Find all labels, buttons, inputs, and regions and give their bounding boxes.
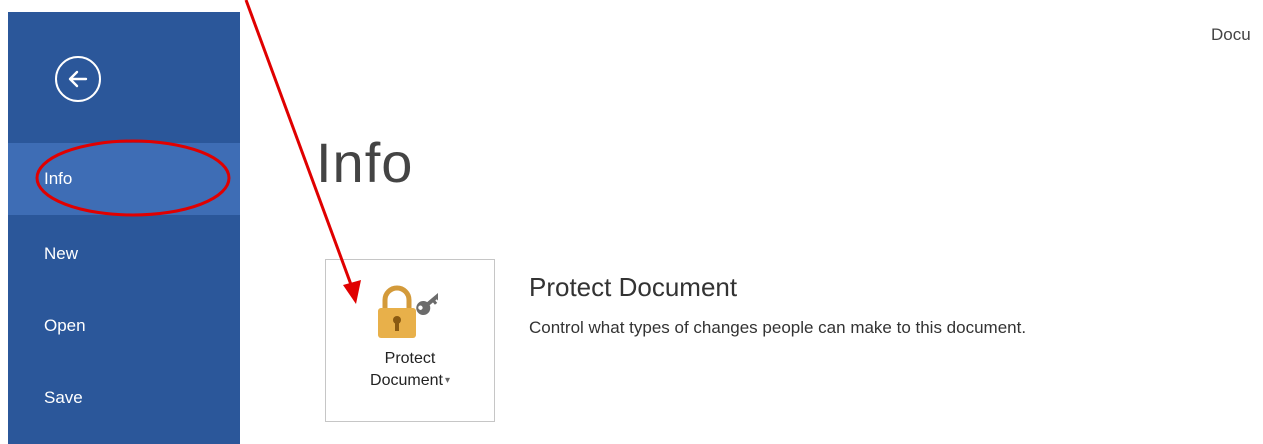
- sidebar-item-label: Save: [44, 388, 83, 407]
- page-title: Info: [316, 131, 414, 194]
- sidebar-item-info[interactable]: Info: [8, 143, 240, 215]
- protect-document-description: Control what types of changes people can…: [529, 318, 1027, 337]
- sidebar-item-save[interactable]: Save: [8, 362, 240, 434]
- sidebar-item-new[interactable]: New: [8, 218, 240, 290]
- protect-document-heading: Protect Document: [529, 272, 738, 302]
- backstage-sidebar: Info New Open Save: [8, 12, 240, 444]
- dropdown-caret-icon: ▾: [444, 375, 450, 386]
- sidebar-item-open[interactable]: Open: [8, 290, 240, 362]
- sidebar-item-label: Info: [44, 169, 73, 188]
- protect-document-button[interactable]: Protect Document ▾: [325, 259, 495, 422]
- protect-tile-line2: Document: [370, 372, 443, 390]
- back-button[interactable]: [55, 56, 101, 102]
- top-strip: [0, 0, 1263, 12]
- document-title: Docu: [1211, 25, 1251, 44]
- back-arrow-icon: [68, 70, 88, 88]
- sidebar-item-label: Open: [44, 316, 86, 335]
- sidebar-item-label: New: [44, 244, 79, 263]
- protect-tile-line1: Protect: [384, 350, 436, 367]
- lock-key-icon: [378, 285, 438, 338]
